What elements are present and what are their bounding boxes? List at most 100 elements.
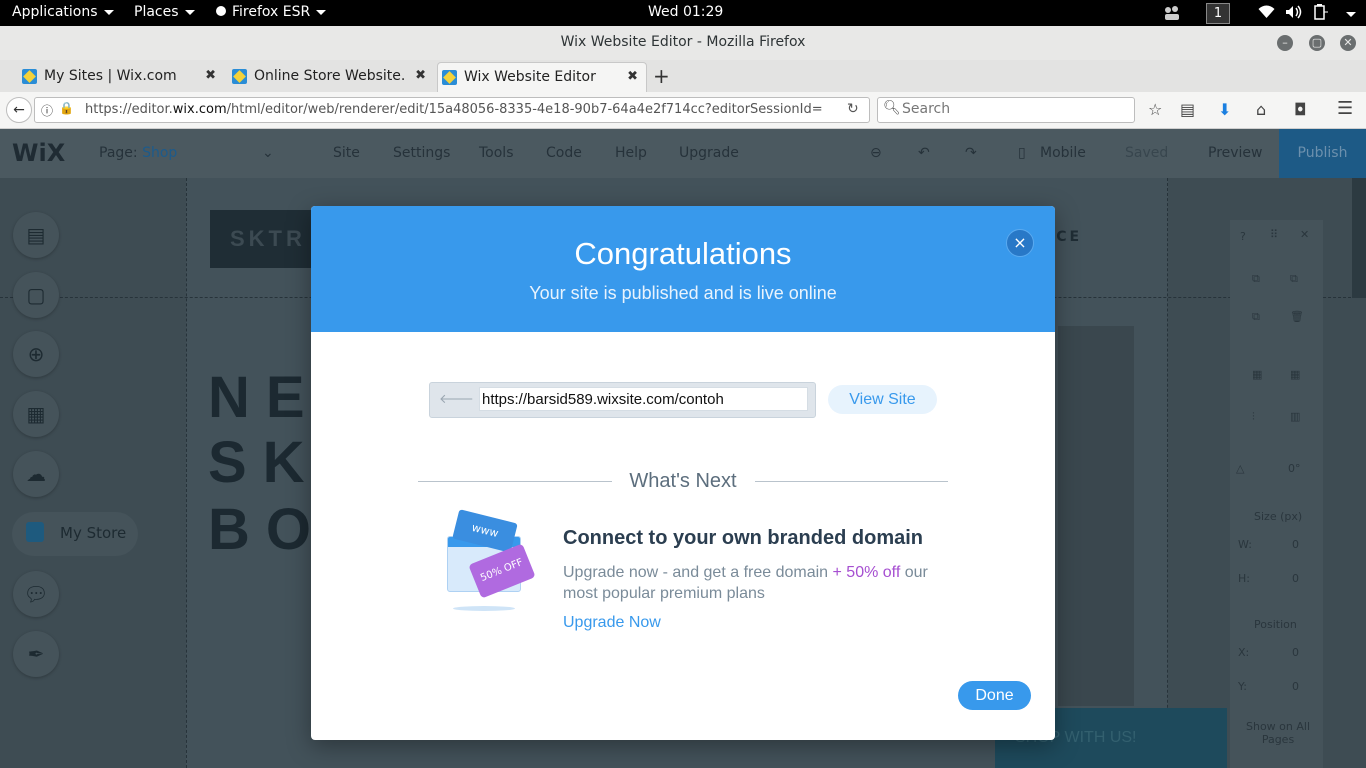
domain-discount-illustration: www 50% OFF <box>445 508 541 614</box>
menu-code[interactable]: Code <box>546 145 582 161</box>
clock[interactable]: Wed 01:29 <box>648 4 723 20</box>
pocket-icon[interactable]: ◘ <box>1294 100 1307 119</box>
app-market-icon[interactable]: ▦ <box>13 391 59 437</box>
tab-label: My Sites | Wix.com <box>44 68 177 84</box>
site-address-bar: 🡐 ↻ https://barsid589.wixsite.com/contoh <box>429 382 816 418</box>
menu-upgrade[interactable]: Upgrade <box>679 145 739 161</box>
reload-icon[interactable]: ↻ <box>847 101 859 117</box>
rotation-value[interactable]: 0° <box>1288 462 1301 475</box>
y-field[interactable]: 0 <box>1292 680 1299 693</box>
undo-icon[interactable]: ↶ <box>918 145 930 161</box>
close-window-button[interactable]: ✕ <box>1340 35 1356 51</box>
align-icon[interactable]: ▦ <box>1290 368 1300 381</box>
mobile-icon[interactable]: ▯ <box>1018 145 1026 161</box>
preview-button[interactable]: Preview <box>1208 145 1263 161</box>
hero-line-3[interactable]: BO <box>208 496 327 563</box>
navigation-bar: ← ⓘ 🔒 https://editor.wix.com/html/editor… <box>0 92 1366 129</box>
battery-icon[interactable] <box>1313 4 1329 24</box>
close-tab-icon[interactable]: ✖ <box>205 68 216 83</box>
user-icon <box>1163 5 1181 25</box>
workspace-indicator[interactable]: 1 <box>1206 3 1230 24</box>
duplicate-icon[interactable]: ⧉ <box>1252 310 1260 324</box>
insecure-lock-icon[interactable]: 🔒 <box>59 101 74 115</box>
url-domain: wix.com <box>172 102 227 117</box>
menu-help[interactable]: Help <box>615 145 647 161</box>
inspector-panel: ? ⠿ ✕ ⧉ ⧉ ⧉ 🗑︎ ▦ ▦ ⫶ ▥ △ 0° Size (px) W:… <box>1230 220 1323 768</box>
maximize-button[interactable]: ▢ <box>1309 35 1325 51</box>
drag-handle-icon[interactable]: ⠿ <box>1270 228 1278 241</box>
wifi-icon[interactable] <box>1258 5 1275 23</box>
my-store-label: My Store <box>60 524 127 542</box>
published-site-url[interactable]: https://barsid589.wixsite.com/contoh <box>479 387 808 411</box>
help-icon[interactable]: ? <box>1240 230 1246 243</box>
width-field[interactable]: 0 <box>1292 538 1299 551</box>
volume-icon[interactable] <box>1285 5 1302 23</box>
page-chevron-down-icon[interactable]: ⌄ <box>262 145 274 161</box>
menu-tools[interactable]: Tools <box>479 145 514 161</box>
close-dialog-button[interactable]: × <box>1006 229 1034 257</box>
back-button[interactable]: ← <box>6 97 32 123</box>
reading-list-icon[interactable]: ▤ <box>1180 100 1195 119</box>
system-menu-chevron-icon[interactable] <box>1340 6 1356 22</box>
match-size-icon[interactable]: ▥ <box>1290 410 1300 423</box>
x-field[interactable]: 0 <box>1292 646 1299 659</box>
promo-title: Connect to your own branded domain <box>563 527 923 549</box>
close-panel-icon[interactable]: ✕ <box>1300 228 1309 241</box>
mobile-toggle[interactable]: Mobile <box>1040 145 1086 161</box>
downloads-icon[interactable]: ⬇ <box>1218 100 1231 119</box>
minimize-button[interactable]: – <box>1277 35 1293 51</box>
arrange-icon[interactable]: ▦ <box>1252 368 1262 381</box>
hero-line-2[interactable]: SK <box>208 429 321 496</box>
chat-icon[interactable]: 💬︎ <box>13 571 59 617</box>
home-icon[interactable]: ⌂ <box>1256 100 1266 119</box>
add-icon[interactable]: ⊕ <box>13 331 59 377</box>
my-store-button[interactable]: My Store <box>12 512 138 556</box>
bookmark-star-icon[interactable]: ☆ <box>1148 100 1162 119</box>
upload-icon[interactable]: ☁ <box>13 451 59 497</box>
copy-icon[interactable]: ⧉ <box>1252 272 1260 286</box>
search-icon: 🔍︎ <box>883 100 901 116</box>
places-menu[interactable]: Places <box>134 4 195 20</box>
applications-menu[interactable]: Applications <box>12 4 114 20</box>
position-label: Position <box>1254 618 1297 631</box>
new-tab-button[interactable]: + <box>653 64 670 88</box>
close-tab-icon[interactable]: ✖ <box>415 68 426 83</box>
url-bar[interactable]: ⓘ 🔒 https://editor.wix.com/html/editor/w… <box>34 97 870 123</box>
close-tab-icon[interactable]: ✖ <box>627 69 638 84</box>
scrollbar-thumb[interactable] <box>1352 178 1366 298</box>
hamburger-menu-icon[interactable]: ☰ <box>1337 98 1353 119</box>
wix-favicon-icon <box>22 69 37 84</box>
menu-site[interactable]: Site <box>333 145 360 161</box>
paste-icon[interactable]: ⧉ <box>1290 272 1298 286</box>
page-selector[interactable]: Page: Shop <box>99 145 177 161</box>
tab-my-sites[interactable]: My Sites | Wix.com ✖ <box>18 62 224 92</box>
publish-button[interactable]: Publish <box>1279 129 1366 178</box>
view-site-button[interactable]: View Site <box>828 385 937 414</box>
tab-wix-editor[interactable]: Wix Website Editor ✖ <box>437 62 647 93</box>
delete-icon[interactable]: 🗑︎ <box>1290 310 1304 323</box>
menu-settings[interactable]: Settings <box>393 145 450 161</box>
firefox-app-menu[interactable]: Firefox ESR <box>216 4 327 20</box>
pen-icon[interactable]: ✒ <box>13 631 59 677</box>
height-label: H: <box>1238 572 1250 585</box>
tab-label: Wix Website Editor <box>464 69 596 85</box>
site-info-icon[interactable]: ⓘ <box>41 102 53 119</box>
tab-strip: My Sites | Wix.com ✖ Online Store Websit… <box>0 60 1366 93</box>
redo-icon[interactable]: ↷ <box>965 145 977 161</box>
done-button[interactable]: Done <box>958 681 1031 710</box>
upgrade-now-link[interactable]: Upgrade Now <box>563 614 661 632</box>
search-input[interactable]: 🔍︎ Search <box>877 97 1135 123</box>
background-icon[interactable]: ▢ <box>13 272 59 318</box>
shopping-bag-icon <box>26 522 44 542</box>
url-prefix: https://editor. <box>85 102 173 117</box>
pages-icon[interactable]: ▤ <box>13 212 59 258</box>
height-field[interactable]: 0 <box>1292 572 1299 585</box>
hero-line-1[interactable]: NE <box>208 364 321 431</box>
tab-online-store[interactable]: Online Store Website... ✖ <box>228 62 434 92</box>
dialog-header: Congratulations Your site is published a… <box>311 206 1055 332</box>
distribute-icon[interactable]: ⫶ <box>1252 410 1255 424</box>
system-top-bar: Applications Places Firefox ESR Wed 01:2… <box>0 0 1366 26</box>
window-title: Wix Website Editor - Mozilla Firefox <box>560 34 806 50</box>
show-on-all-pages-toggle[interactable]: Show on All Pages <box>1238 720 1318 746</box>
zoom-icon[interactable]: ⊖ <box>870 145 882 161</box>
